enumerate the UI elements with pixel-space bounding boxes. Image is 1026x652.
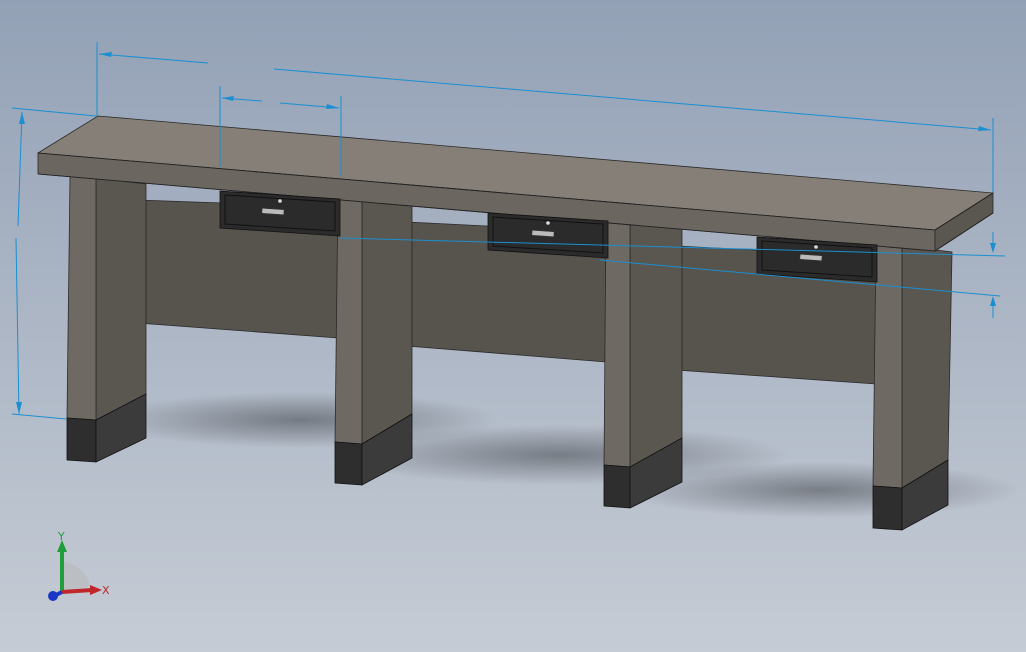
drawer-2 xyxy=(487,212,609,259)
leg-foot-1 xyxy=(66,417,97,463)
graphics-viewport[interactable]: Y X xyxy=(0,0,1026,652)
triad-x-axis xyxy=(61,588,93,594)
drawer-1 xyxy=(219,190,341,237)
coordinate-triad: Y X xyxy=(48,530,110,601)
triad-y-label: Y xyxy=(57,530,65,543)
dimension-overall-height xyxy=(17,111,23,227)
triad-x-label: X xyxy=(102,584,110,597)
leg-foot-4 xyxy=(872,485,903,531)
leg-4 xyxy=(872,243,953,531)
dimension-overall-length xyxy=(98,53,209,64)
workbench-model-view[interactable]: Y X xyxy=(0,0,1026,652)
leg-1 xyxy=(66,175,147,463)
leg-foot-3 xyxy=(603,464,631,509)
leg-foot-2 xyxy=(334,441,363,486)
leg-2 xyxy=(334,193,413,486)
